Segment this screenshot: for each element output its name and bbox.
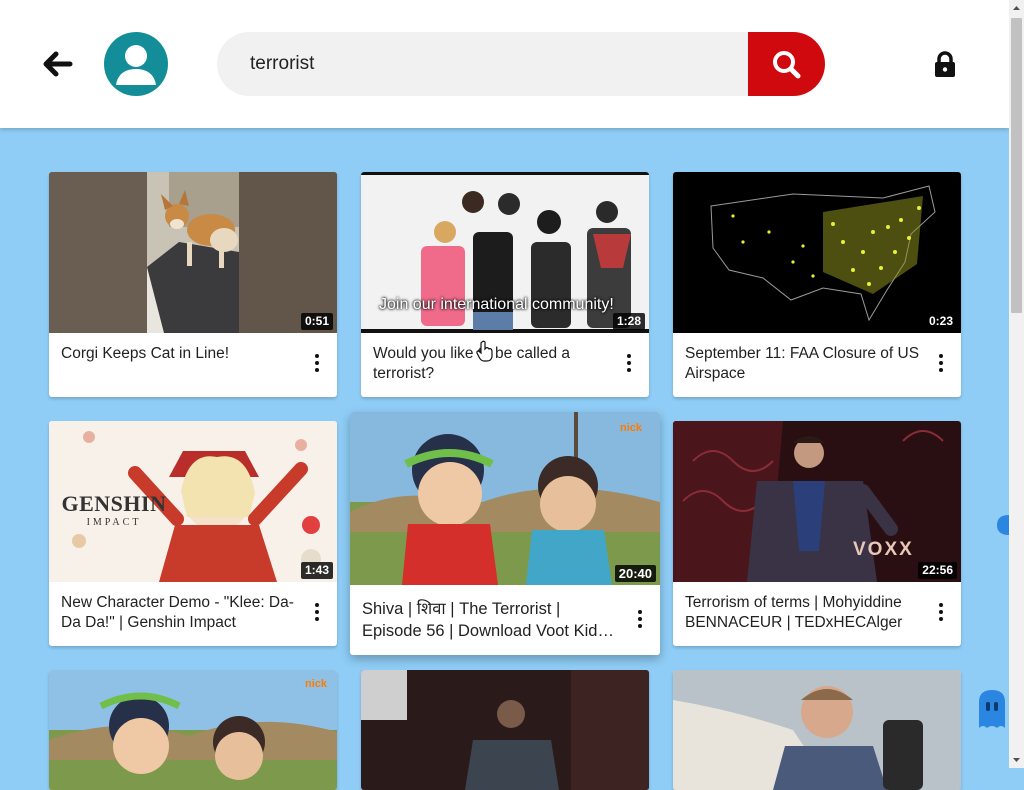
more-vertical-icon [627,354,631,358]
more-vertical-icon [939,354,943,358]
channel-badge: nick [304,678,327,690]
video-title[interactable]: Corgi Keeps Cat in Line! [61,344,299,364]
video-title[interactable]: Would you like to be called a terrorist? [373,344,611,384]
avatar[interactable] [104,32,168,96]
scroll-down-arrow-icon[interactable] [1009,751,1024,768]
video-card[interactable]: Join our international community! 1:28 W… [361,172,649,397]
video-thumbnail[interactable]: nick [49,670,337,790]
video-card[interactable]: VOXX 22:56 Terrorism of terms | Mohyiddi… [673,421,961,646]
video-thumbnail[interactable] [673,670,961,790]
video-title[interactable]: Shiva | शिवा | The Terrorist | Episode 5… [362,598,622,642]
thumbnail-caption: Join our international community! [379,296,614,313]
user-avatar-icon [116,45,156,85]
video-card[interactable]: 0:51 Corgi Keeps Cat in Line! [49,172,337,397]
video-title[interactable]: Terrorism of terms | Mohyiddine BENNACEU… [685,593,923,633]
video-thumbnail[interactable]: GENSHIN IMPACT 1:43 [49,421,337,582]
video-thumbnail[interactable] [361,670,649,790]
video-options-button[interactable] [307,601,327,623]
more-vertical-icon [315,354,319,358]
video-thumbnail[interactable]: nick 20:40 [350,412,660,585]
video-options-button[interactable] [307,352,327,374]
video-duration: 22:56 [918,562,957,579]
video-duration: 1:43 [300,562,333,579]
top-bar [0,0,1009,128]
ghost-mascot-icon[interactable] [975,688,1009,734]
scroll-thumb[interactable] [1011,18,1022,313]
video-duration: 20:40 [614,565,656,582]
video-options-button[interactable] [931,352,951,374]
search-bar [217,32,825,96]
video-card[interactable]: GENSHIN IMPACT 1:43 New Character Demo -… [49,421,337,646]
more-vertical-icon [939,603,943,607]
video-card[interactable]: nick [49,670,337,790]
channel-badge: nick [619,422,642,434]
video-thumbnail[interactable]: 0:51 [49,172,337,333]
arrow-left-icon [43,51,73,77]
video-card[interactable] [673,670,961,790]
video-thumbnail[interactable]: Join our international community! 1:28 [361,172,649,333]
search-button[interactable] [748,32,825,96]
video-duration: 0:23 [924,313,957,330]
search-input[interactable] [217,32,748,96]
video-thumbnail[interactable]: 0:23 [673,172,961,333]
video-title[interactable]: New Character Demo - "Klee: Da-Da Da!" |… [61,593,299,633]
video-options-button[interactable] [630,608,650,630]
video-card[interactable]: nick 20:40 Shiva | शिवा | The Terrorist … [350,412,660,655]
scroll-up-arrow-icon[interactable] [1009,0,1024,17]
page-scrollbar[interactable] [1009,0,1024,768]
more-vertical-icon [638,610,642,614]
video-options-button[interactable] [619,352,639,374]
video-title[interactable]: September 11: FAA Closure of US Airspace [685,344,923,384]
video-card[interactable] [361,670,649,790]
video-thumbnail[interactable]: VOXX 22:56 [673,421,961,582]
video-duration: 0:51 [300,313,333,330]
more-vertical-icon [315,603,319,607]
back-button[interactable] [36,44,76,84]
lock-button[interactable] [931,49,959,81]
search-icon [773,51,801,79]
video-options-button[interactable] [931,601,951,623]
partial-mascot-icon [997,515,1009,535]
video-duration: 1:28 [612,313,645,330]
genshin-logo: GENSHIN IMPACT [61,491,167,528]
lock-icon [935,51,955,77]
stage-logo: VOXX [853,539,914,560]
video-card[interactable]: 0:23 September 11: FAA Closure of US Air… [673,172,961,397]
